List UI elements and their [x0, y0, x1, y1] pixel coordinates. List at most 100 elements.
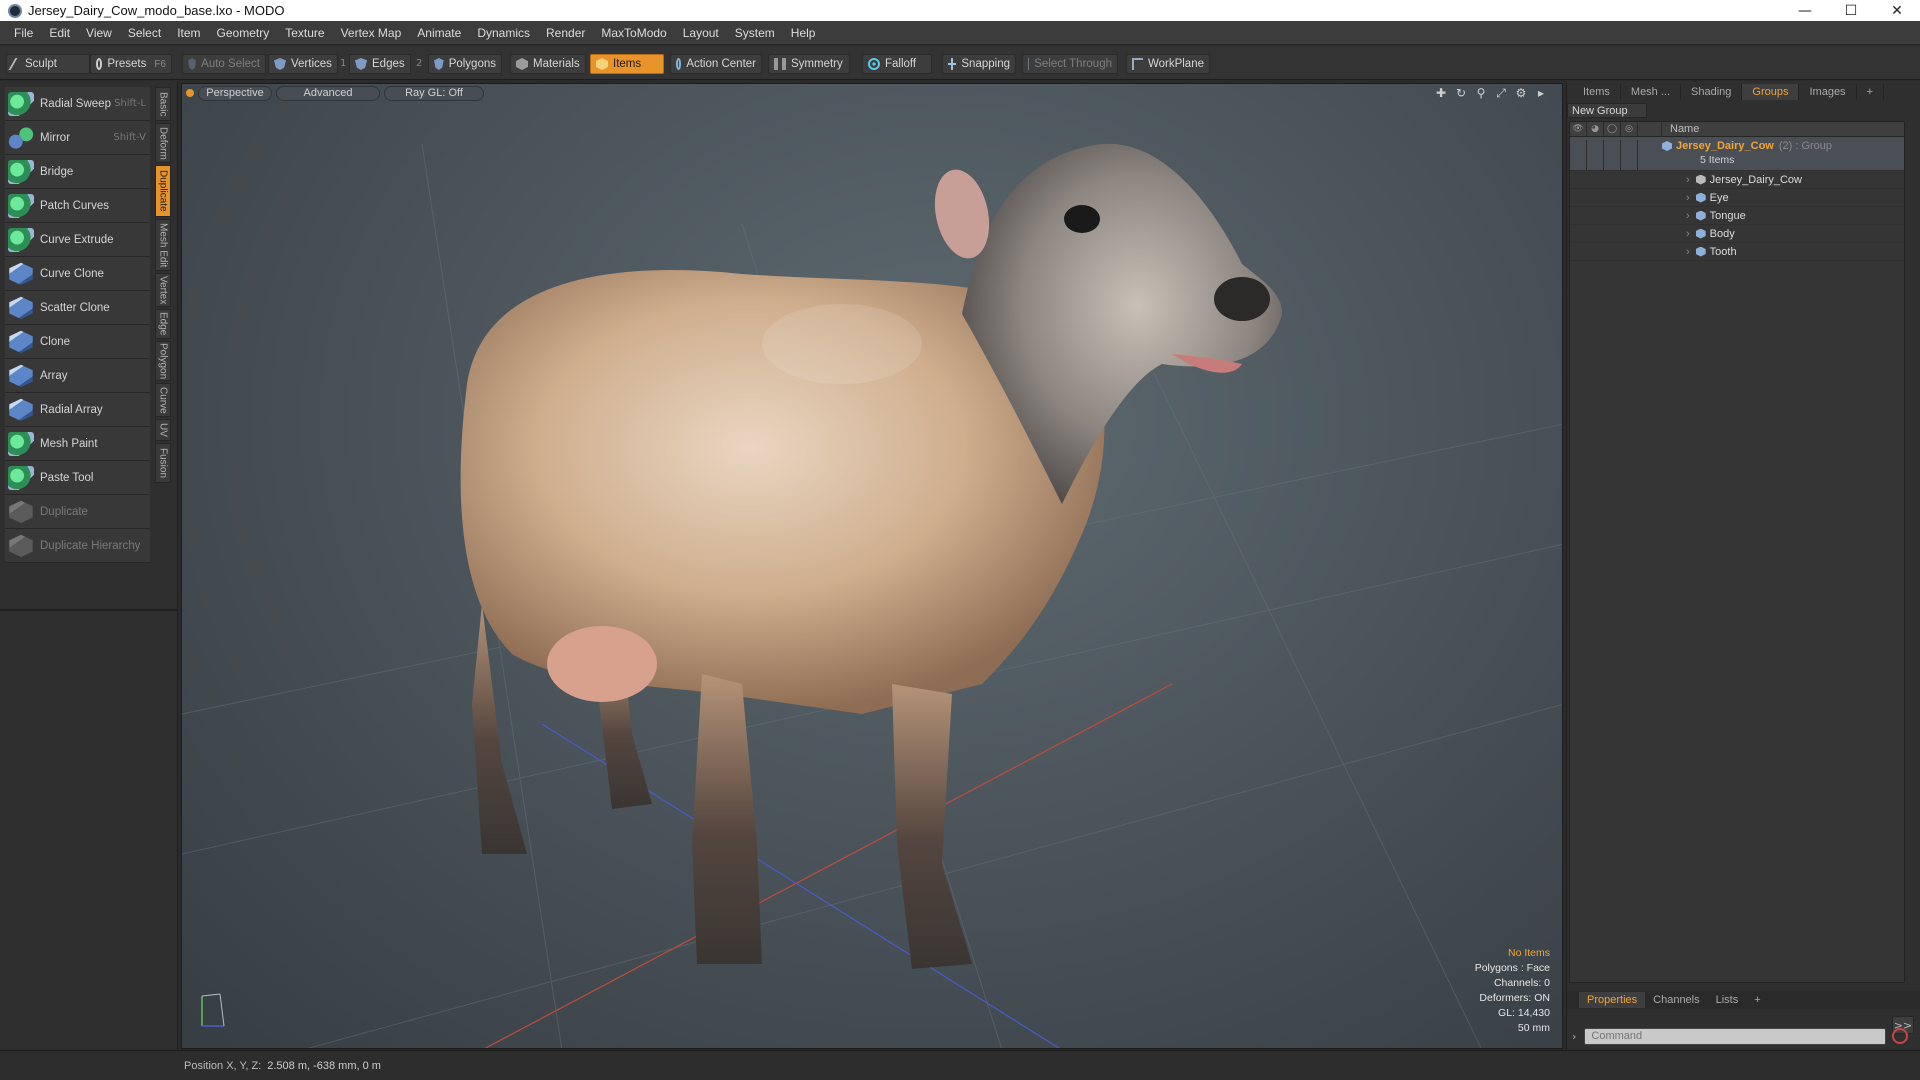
vtab-vertex[interactable]: Vertex [155, 273, 171, 307]
group-child-row[interactable]: › Eye [1570, 189, 1904, 207]
group-child-row[interactable]: › Body [1570, 225, 1904, 243]
vtab-mesh-edit[interactable]: Mesh Edit [155, 219, 171, 271]
play-arrow-icon[interactable]: ▸ [1534, 86, 1548, 100]
menu-file[interactable]: File [6, 26, 41, 40]
menu-render[interactable]: Render [538, 26, 593, 40]
auto-select-icon [188, 58, 197, 70]
tool-curve-clone[interactable]: Curve Clone [5, 257, 150, 291]
tool-bridge[interactable]: Bridge [5, 155, 150, 189]
menu-texture[interactable]: Texture [277, 26, 332, 40]
vertices-count: 1 [340, 58, 347, 69]
menu-view[interactable]: View [78, 26, 120, 40]
viewport-menu-icon[interactable] [186, 89, 194, 97]
tab-lists[interactable]: Lists [1708, 992, 1747, 1008]
maximize-icon[interactable]: ☐ [1828, 0, 1874, 21]
add-tab-icon[interactable]: + [1857, 84, 1884, 100]
edges-button[interactable]: Edges [349, 54, 411, 74]
vtab-polygon[interactable]: Polygon [155, 341, 171, 381]
workplane-button[interactable]: WorkPlane [1126, 54, 1210, 74]
gear-icon[interactable]: ⚙ [1514, 86, 1528, 100]
record-icon[interactable] [1892, 1028, 1909, 1044]
tool-radial-sweep[interactable]: Radial Sweep Shift-L [5, 87, 150, 121]
row-cells [1570, 171, 1662, 188]
snapping-button[interactable]: Snapping [942, 54, 1016, 74]
fit-icon[interactable]: ⤢ [1494, 86, 1508, 100]
vtab-edge[interactable]: Edge [155, 309, 171, 339]
tab-shading[interactable]: Shading [1681, 84, 1743, 100]
tab-items[interactable]: Items [1573, 84, 1621, 100]
zoom-icon[interactable]: ⚲ [1474, 86, 1488, 100]
vertices-button[interactable]: Vertices [268, 54, 338, 74]
symmetry-button[interactable]: Symmetry [768, 54, 850, 74]
tool-paste-tool[interactable]: Paste Tool [5, 461, 150, 495]
vtab-curve[interactable]: Curve [155, 383, 171, 417]
vtab-uv[interactable]: UV [155, 419, 171, 441]
select-through-button[interactable]: Select Through [1022, 54, 1118, 74]
tab-mesh[interactable]: Mesh ... [1621, 84, 1682, 100]
group-row[interactable]: Jersey_Dairy_Cow (2) : Group 5 Items [1570, 137, 1904, 171]
tool-duplicate[interactable]: Duplicate [5, 495, 150, 529]
tab-images[interactable]: Images [1799, 84, 1857, 100]
tool-mirror[interactable]: Mirror Shift-V [5, 121, 150, 155]
minimize-icon[interactable]: — [1782, 0, 1828, 21]
bridge-icon [8, 159, 34, 184]
3d-viewport[interactable]: Perspective Advanced Ray GL: Off ✚ ↻ ⚲ ⤢… [181, 83, 1563, 1049]
tool-patch-curves[interactable]: Patch Curves [5, 189, 150, 223]
expand-arrow-icon[interactable]: › [1686, 192, 1690, 204]
falloff-button[interactable]: Falloff [862, 54, 932, 74]
select-column-icon[interactable]: ◎ [1621, 121, 1638, 137]
lock-column-icon[interactable]: ◯ [1604, 121, 1621, 137]
menu-maxtomodo[interactable]: MaxToModo [593, 26, 674, 40]
menu-layout[interactable]: Layout [675, 26, 727, 40]
vtab-basic[interactable]: Basic [155, 87, 171, 121]
vtab-duplicate[interactable]: Duplicate [155, 165, 171, 217]
raygl-button[interactable]: Ray GL: Off [384, 85, 484, 101]
view-type-button[interactable]: Perspective [198, 85, 272, 101]
menu-edit[interactable]: Edit [41, 26, 78, 40]
group-child-row[interactable]: › Jersey_Dairy_Cow [1570, 171, 1904, 189]
tool-array[interactable]: Array [5, 359, 150, 393]
tool-clone[interactable]: Clone [5, 325, 150, 359]
sculpt-button[interactable]: Sculpt [6, 54, 90, 74]
vtab-fusion[interactable]: Fusion [155, 443, 171, 483]
rotate-icon[interactable]: ↻ [1454, 86, 1468, 100]
auto-select-button[interactable]: Auto Select [182, 54, 266, 74]
menu-system[interactable]: System [727, 26, 783, 40]
expand-arrow-icon[interactable]: › [1686, 246, 1690, 258]
tab-channels[interactable]: Channels [1645, 992, 1707, 1008]
menu-geometry[interactable]: Geometry [209, 26, 278, 40]
pan-icon[interactable]: ✚ [1434, 86, 1448, 100]
command-input[interactable] [1584, 1027, 1887, 1045]
new-group-button[interactable]: New Group [1567, 103, 1647, 118]
visibility-column-icon[interactable]: 👁 [1570, 121, 1587, 137]
tool-label: Scatter Clone [40, 301, 110, 314]
menu-vertex-map[interactable]: Vertex Map [333, 26, 410, 40]
menu-animate[interactable]: Animate [409, 26, 469, 40]
group-child-row[interactable]: › Tongue [1570, 207, 1904, 225]
tool-radial-array[interactable]: Radial Array [5, 393, 150, 427]
presets-button[interactable]: Presets F6 [90, 54, 172, 74]
vtab-deform[interactable]: Deform [155, 123, 171, 163]
expand-arrow-icon[interactable]: › [1686, 210, 1690, 222]
expand-arrow-icon[interactable]: › [1686, 174, 1690, 186]
shading-mode-button[interactable]: Advanced [276, 85, 380, 101]
close-icon[interactable]: ✕ [1874, 0, 1920, 21]
group-child-row[interactable]: › Tooth [1570, 243, 1904, 261]
items-button[interactable]: Items [590, 54, 664, 74]
tool-duplicate-hierarchy[interactable]: Duplicate Hierarchy [5, 529, 150, 563]
materials-button[interactable]: Materials [510, 54, 586, 74]
render-column-icon[interactable]: ◕ [1587, 121, 1604, 137]
tool-scatter-clone[interactable]: Scatter Clone [5, 291, 150, 325]
tool-curve-extrude[interactable]: Curve Extrude [5, 223, 150, 257]
tool-mesh-paint[interactable]: Mesh Paint [5, 427, 150, 461]
menu-help[interactable]: Help [783, 26, 824, 40]
action-center-button[interactable]: Action Center [670, 54, 762, 74]
add-tab-icon[interactable]: + [1746, 992, 1768, 1008]
menu-dynamics[interactable]: Dynamics [469, 26, 538, 40]
menu-select[interactable]: Select [120, 26, 169, 40]
tab-properties[interactable]: Properties [1579, 992, 1646, 1008]
expand-arrow-icon[interactable]: › [1686, 228, 1690, 240]
polygons-button[interactable]: Polygons [428, 54, 502, 74]
menu-item[interactable]: Item [169, 26, 208, 40]
tab-groups[interactable]: Groups [1742, 84, 1800, 100]
